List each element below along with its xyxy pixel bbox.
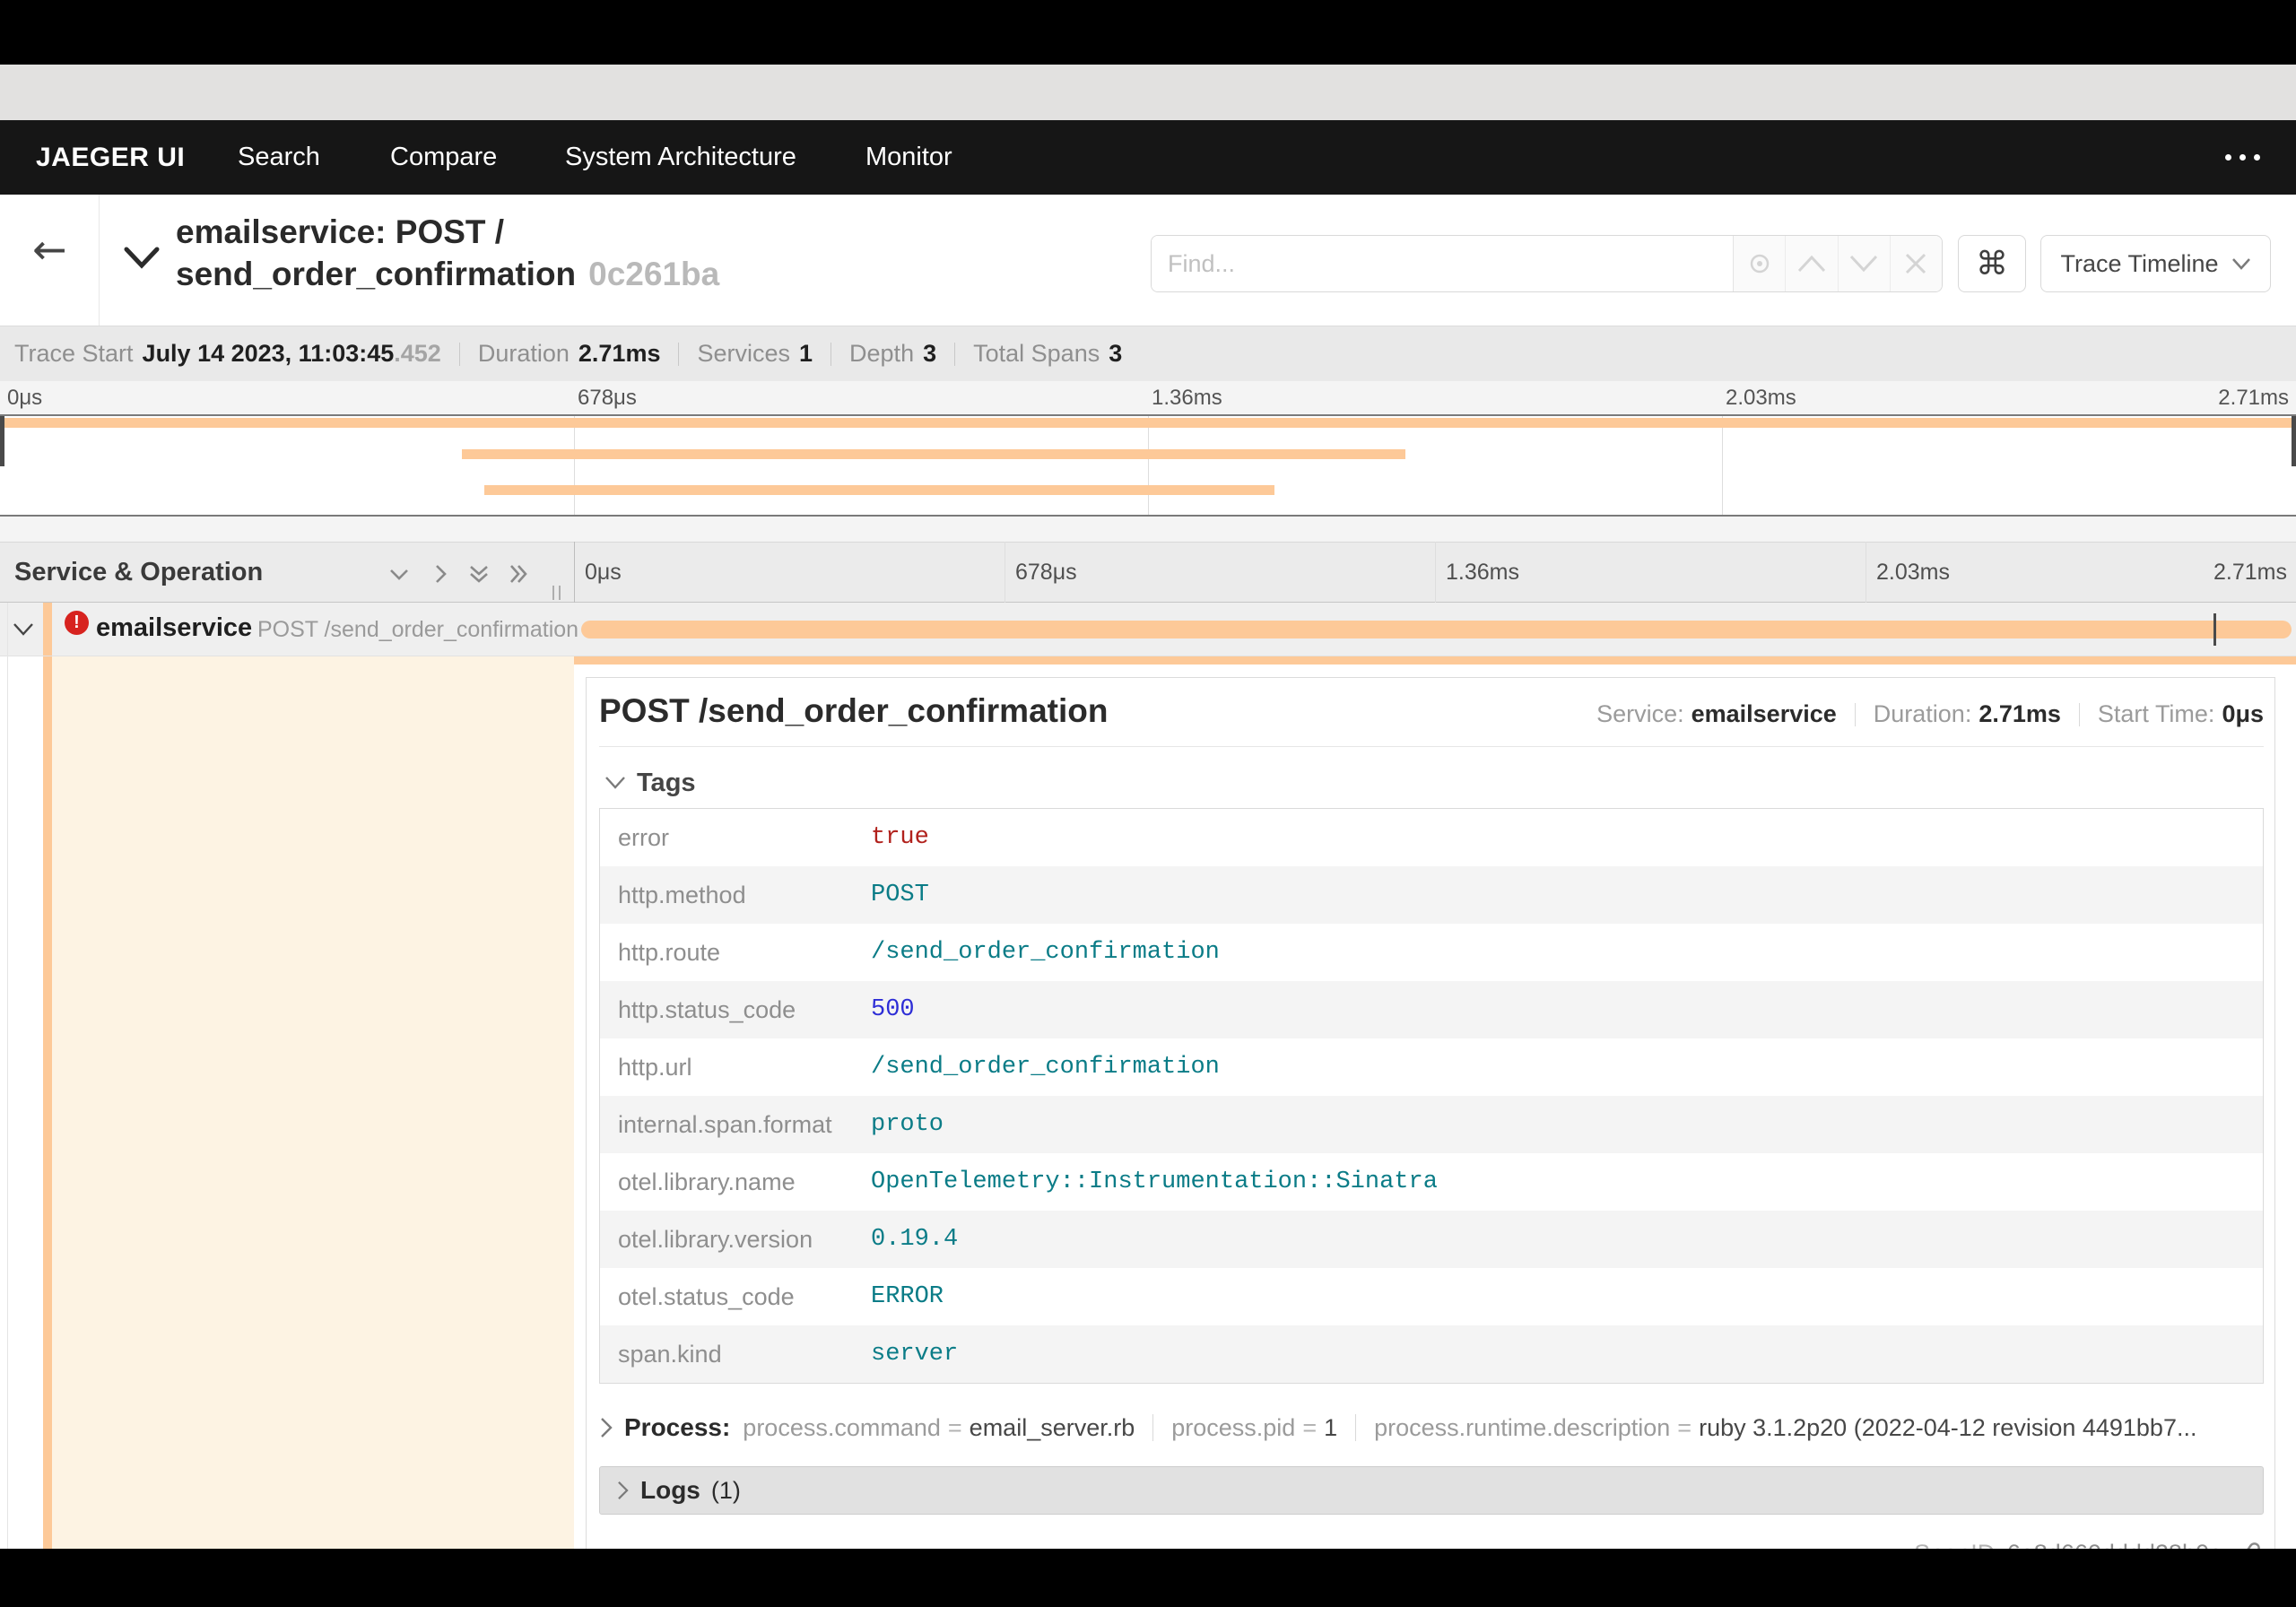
collapse-trace-chevron-down-icon[interactable] [124, 247, 160, 270]
tag-row: error true [600, 809, 2263, 866]
row-collapse-chevron-down-icon[interactable] [13, 622, 34, 637]
tags-table: error true http.method POST http.route/sen… [599, 808, 2264, 1384]
minimap-canvas[interactable] [0, 414, 2296, 517]
tag-row: otel.library.version 0.19.4 [600, 1211, 2263, 1268]
tag-row: http.url/send_order_confirmation [600, 1038, 2263, 1096]
timeline-tick: 0μs [585, 559, 622, 585]
collapse-all-double-chevron-down-icon[interactable] [464, 559, 494, 589]
timeline-tick: 1.36ms [1446, 559, 1519, 585]
minimap-tick-labels: 0μs 678μs 1.36ms 2.03ms 2.71ms [7, 386, 2289, 410]
total-spans-count: 3 [1109, 340, 1123, 367]
keyboard-shortcuts-button[interactable]: ⌘ [1958, 235, 2026, 292]
detail-service-value: emailservice [1691, 700, 1837, 727]
tag-row: otel.status_code ERROR [600, 1268, 2263, 1325]
focus-match-icon[interactable] [1733, 236, 1786, 291]
detail-divider [599, 746, 2264, 747]
tag-row: internal.span.format proto [600, 1096, 2263, 1153]
minimap-span-bar [3, 418, 2293, 428]
span-row[interactable]: ! emailservice POST /send_order_confirma… [0, 603, 2296, 656]
nav-item-compare[interactable]: Compare [390, 120, 497, 195]
trace-view-selector-button[interactable]: Trace Timeline [2040, 235, 2271, 292]
tag-row: span.kind server [600, 1325, 2263, 1383]
minimap-gridline [1722, 416, 1723, 515]
span-detail-header: POST /send_order_confirmation Service: em… [599, 692, 2264, 729]
find-input[interactable] [1152, 236, 1733, 291]
logs-accordion-toggle[interactable]: Logs (1) [599, 1466, 2264, 1515]
chevron-right-icon [616, 1481, 630, 1500]
span-log-marker[interactable] [2213, 613, 2216, 646]
error-icon: ! [65, 611, 89, 635]
trace-page-header: ← emailservice: POST / send_order_confir… [0, 195, 2296, 326]
window-titlebar [0, 65, 2296, 168]
expand-all-double-chevron-right-icon[interactable] [503, 559, 534, 589]
trace-id: 0c261ba [588, 256, 720, 292]
header-divider [99, 195, 100, 326]
span-operation-name: POST /send_order_confirmation [257, 617, 579, 642]
clear-search-x-icon[interactable] [1889, 236, 1942, 291]
minimap-gridline [574, 416, 575, 515]
tag-row: http.status_code 500 [600, 981, 2263, 1038]
minimap-span-bar [461, 449, 1405, 459]
span-service-name: emailservice [96, 613, 253, 642]
letterbox-top [0, 0, 2296, 65]
span-duration-bar[interactable] [581, 621, 2292, 638]
span-detail-title: POST /send_order_confirmation [599, 692, 1109, 729]
top-navbar: JAEGER UI Search Compare System Architec… [0, 120, 2296, 195]
jaeger-logo-link[interactable]: JAEGER UI [36, 120, 185, 195]
find-toolbar [1151, 235, 1943, 292]
span-detail-panel: POST /send_order_confirmation Service: em… [586, 677, 2275, 1607]
tags-accordion-toggle[interactable]: Tags [604, 765, 2264, 801]
timeline-minimap: 0μs 678μs 1.36ms 2.03ms 2.71ms [0, 381, 2296, 542]
detail-left-column [52, 656, 574, 1607]
letterbox-bottom [0, 1549, 2296, 1607]
chevron-right-icon [599, 1417, 613, 1438]
duration-value: 2.71ms [578, 340, 661, 367]
collapse-one-chevron-down-icon[interactable] [384, 559, 414, 589]
tag-row: otel.library.name OpenTelemetry::Instrume… [600, 1153, 2263, 1211]
nav-overflow-ellipsis-icon[interactable] [2225, 120, 2260, 195]
timeline-tick: 2.71ms [2213, 559, 2287, 585]
depth-value: 3 [923, 340, 937, 367]
minimap-span-bar [484, 485, 1274, 495]
back-arrow-icon[interactable]: ← [32, 225, 67, 274]
column-resizer-handle[interactable] [552, 586, 561, 600]
minimap-scrubber-right[interactable] [2292, 416, 2296, 466]
detail-span-bar [574, 656, 2296, 665]
jaeger-trace-screen: JAEGER UI Search Compare System Architec… [0, 0, 2296, 1607]
detail-color-strip [43, 656, 52, 1607]
chevron-down-icon [604, 776, 626, 790]
chevron-down-icon [2231, 257, 2251, 270]
tag-row: http.route/send_order_confirmation [600, 924, 2263, 981]
process-accordion-toggle[interactable]: Process: process.command = email_server.rb… [599, 1407, 2264, 1448]
timeline-tick: 678μs [1015, 559, 1077, 585]
nav-item-monitor[interactable]: Monitor [865, 120, 952, 195]
timeline-column-header: Service & Operation 0μs 678μs 1.36ms 2.0… [0, 542, 2296, 603]
row-edge-guide [7, 603, 8, 1549]
trace-start-value: July 14 2023, 11:03:45 [142, 340, 395, 367]
tag-row: http.method POST [600, 866, 2263, 924]
command-icon: ⌘ [1976, 245, 2008, 282]
span-timeline-area [574, 603, 2296, 656]
next-result-chevron-down-icon[interactable] [1837, 236, 1890, 291]
span-color-strip [43, 603, 52, 656]
expand-one-chevron-right-icon[interactable] [425, 559, 456, 589]
timeline-tick: 2.03ms [1876, 559, 1950, 585]
minimap-gridline [1148, 416, 1149, 515]
prev-result-chevron-up-icon[interactable] [1785, 236, 1838, 291]
services-count: 1 [799, 340, 813, 367]
minimap-scrubber-left[interactable] [0, 416, 4, 466]
detail-start-time-value: 0μs [2222, 700, 2264, 727]
trace-summary-bar: Trace Start July 14 2023, 11:03:45 .452 … [0, 326, 2296, 381]
service-operation-header: Service & Operation [14, 557, 264, 586]
trace-title: emailservice: POST / send_order_confirma… [176, 213, 720, 292]
nav-item-system-architecture[interactable]: System Architecture [565, 120, 796, 195]
detail-duration-value: 2.71ms [1979, 700, 2061, 727]
nav-item-search[interactable]: Search [238, 120, 320, 195]
